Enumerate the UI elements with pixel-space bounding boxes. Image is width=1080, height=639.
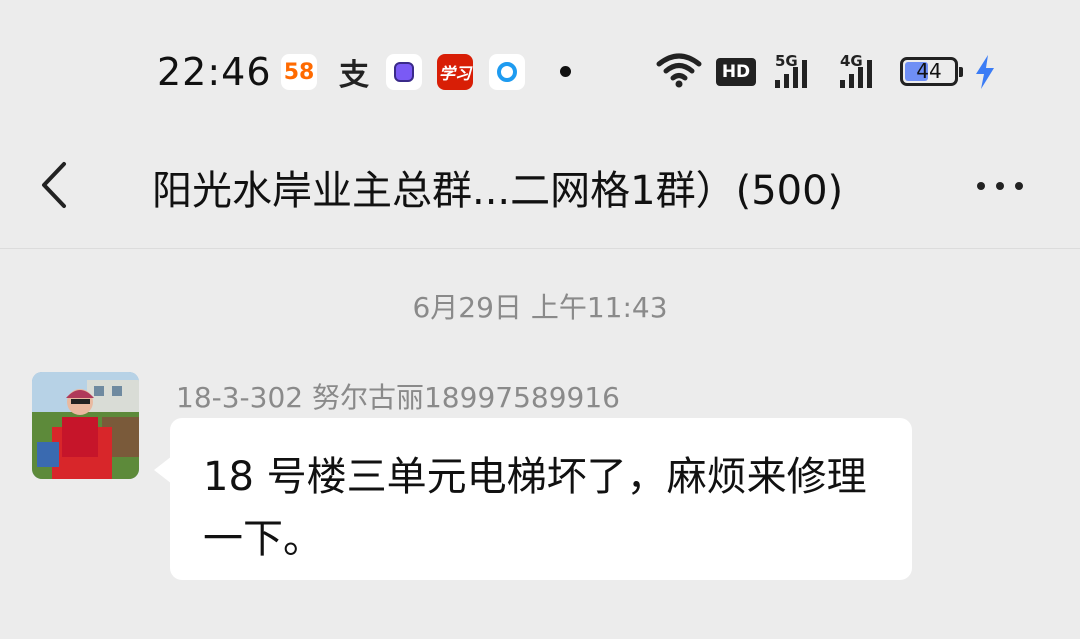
wifi-icon [656,53,702,88]
notification-dot-icon [560,66,571,77]
hd-label: HD [721,62,751,82]
chat-title: 阳光水岸业主总群...二网格1群）(500) [152,168,844,214]
charging-bolt-icon [976,55,994,89]
battery-level: 44 [916,59,942,83]
xuexi-label: 学习 [438,64,471,83]
app-58-label: 58 [283,59,315,85]
xuexi-app-icon: 学习 [437,54,473,90]
purple-app-icon [386,54,422,90]
alipay-label: 支 [339,58,369,93]
status-bar: 22:46 58 支 学习 HD 5G 4G 44 [0,0,1080,140]
message-bubble[interactable]: 18 号楼三单元电梯坏了，麻烦来修理一下。 [170,418,912,580]
back-arrow-icon[interactable] [36,160,76,210]
message-timestamp: 6月29日 上午11:43 [412,291,668,324]
chat-header: 阳光水岸业主总群...二网格1群）(500) [0,140,1080,249]
message-text: 18 号楼三单元电梯坏了，麻烦来修理一下。 [203,454,867,562]
sender-name: 18-3-302 努尔古丽18997589916 [176,381,620,414]
battery-icon: 44 [900,57,963,86]
status-time: 22:46 [157,50,272,94]
app-58-icon: 58 [281,54,317,90]
hd-voice-icon: HD [716,58,756,86]
more-options-icon[interactable] [977,182,1023,190]
qq-mail-icon [489,54,525,90]
alipay-icon: 支 [334,54,374,93]
avatar[interactable] [32,372,139,479]
